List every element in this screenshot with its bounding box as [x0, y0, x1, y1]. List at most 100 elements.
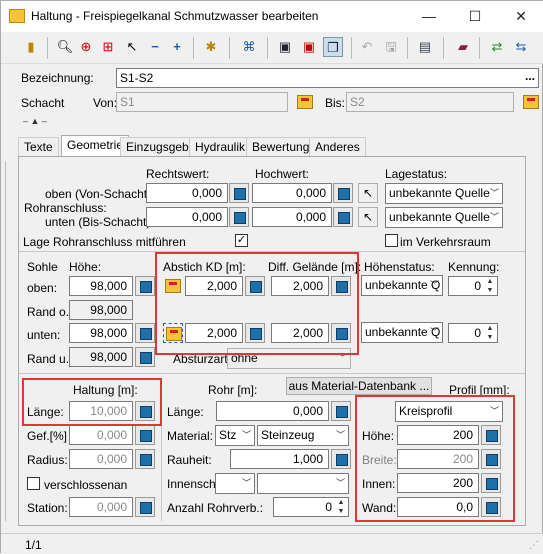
sohle-label: Sohle — [27, 260, 58, 274]
calculator-icon[interactable] — [229, 183, 249, 203]
calculator-icon[interactable] — [331, 449, 351, 469]
radius-label: Radius: — [27, 453, 68, 467]
gefaelle-label: Gef.[%] — [27, 429, 68, 443]
settings-icon[interactable]: ✱ — [201, 37, 221, 57]
material-name-dropdown[interactable]: Steinzeug ﹀ — [257, 425, 349, 446]
pointer-icon[interactable]: ↖ — [122, 37, 142, 57]
calculator-icon[interactable] — [331, 401, 351, 421]
radius-input[interactable]: 0,000 — [69, 449, 133, 469]
grid-icon[interactable]: ⊞ — [98, 37, 118, 57]
plus-icon[interactable]: + — [167, 37, 187, 57]
lagestatus-unten-value: unbekannte Quelle — [389, 210, 490, 224]
minus-icon[interactable]: − — [145, 37, 165, 57]
close-button[interactable]: ✕ — [498, 1, 543, 32]
anzahl-rohrverb-spinner[interactable]: 0 ▲ ▼ — [273, 497, 349, 517]
network-icon[interactable]: ⌘ — [239, 37, 259, 57]
report-icon[interactable]: ▤ — [415, 37, 435, 57]
verschlossen-checkbox[interactable] — [27, 477, 40, 490]
highlight-haltung-laenge — [22, 378, 162, 426]
rand-unten-input[interactable]: 98,000 — [69, 347, 133, 367]
title-bar: Haltung - Freispiegelkanal Schmutzwasser… — [1, 1, 543, 32]
calculator-icon[interactable] — [135, 425, 155, 445]
tab-anderes[interactable]: Anderes — [309, 137, 366, 156]
hoehenstatus-unten-dropdown[interactable]: unbekannte Q ﹀ — [361, 322, 443, 343]
gefaelle-input[interactable]: 0,000 — [69, 425, 133, 445]
pick-point-icon[interactable]: ↖ — [358, 183, 378, 203]
calculator-icon[interactable] — [135, 449, 155, 469]
window-title: Haltung - Freispiegelkanal Schmutzwasser… — [31, 9, 319, 23]
calculator-icon[interactable] — [333, 207, 353, 227]
material-db-button[interactable]: aus Material-Datenbank ... — [286, 377, 432, 395]
verschlossen-label: verschlossen — [44, 478, 115, 492]
verkehrsraum-checkbox[interactable] — [385, 234, 398, 247]
kennung-unten-spinner[interactable]: 0 ▲ ▼ — [448, 323, 498, 343]
kennung-oben-spinner[interactable]: 0 ▲ ▼ — [448, 276, 498, 296]
sohle-oben-input[interactable]: 98,000 — [69, 276, 133, 296]
von-schacht-button[interactable] — [295, 92, 315, 112]
bis-input[interactable]: S2 — [346, 92, 514, 112]
station-label: Station: — [27, 501, 68, 515]
sohle-unten-input[interactable]: 98,000 — [69, 323, 133, 343]
transfer-icon[interactable]: ⇆ — [511, 37, 531, 57]
lagestatus-unten-dropdown[interactable]: unbekannte Quelle ﹀ — [385, 207, 503, 228]
rechtswert-label: Rechtswert: — [146, 167, 210, 181]
status-bar — [1, 533, 543, 554]
innenschutz-code-dropdown[interactable]: ﹀ — [215, 473, 255, 494]
bis-schacht-button[interactable] — [521, 92, 541, 112]
lagestatus-oben-dropdown[interactable]: unbekannte Quelle ﹀ — [385, 183, 503, 204]
rohr-laenge-input[interactable]: 0,000 — [216, 401, 329, 421]
pick-point-icon[interactable]: ↖ — [358, 207, 378, 227]
zoom-fit-icon[interactable]: ⊕ — [76, 37, 96, 57]
hoehenstatus-oben-dropdown[interactable]: unbekannte Q ﹀ — [361, 275, 443, 296]
connect-icon[interactable]: ⇄ — [487, 37, 507, 57]
undo-icon[interactable]: ↶ — [357, 37, 377, 57]
window-close-icon[interactable]: ▣ — [299, 37, 319, 57]
app-icon — [9, 9, 25, 23]
calculator-icon[interactable] — [229, 207, 249, 227]
save-icon[interactable]: 🖫 — [381, 37, 401, 57]
bis-label: Bis: — [325, 96, 346, 110]
station-input[interactable]: 0,000 — [69, 497, 133, 517]
highlight-profil — [355, 395, 515, 522]
window-stack-icon[interactable]: ❐ — [323, 37, 343, 57]
rauheit-input[interactable]: 1,000 — [230, 449, 329, 469]
oben-rechtswert-input[interactable]: 0,000 — [146, 183, 228, 203]
lage-mitfuehren-checkbox[interactable]: ✓ — [235, 234, 248, 247]
tab-bewertung[interactable]: Bewertung — [246, 137, 316, 156]
lagestatus-oben-value: unbekannte Quelle — [389, 186, 490, 200]
window-layout-icon[interactable]: ▣ — [275, 37, 295, 57]
calculator-icon[interactable] — [135, 323, 155, 343]
resize-grip-icon[interactable]: ⋰ — [529, 539, 539, 553]
kennung-unten-value: 0 — [474, 326, 481, 340]
maximize-button[interactable]: ☐ — [452, 1, 498, 32]
material-code-dropdown[interactable]: Stz ﹀ — [215, 425, 255, 446]
book-icon[interactable]: ▰ — [453, 37, 473, 57]
tab-texte[interactable]: Texte — [18, 137, 59, 156]
kennung-label: Kennung: — [448, 260, 500, 274]
anzahl-rohrverb-value: 0 — [325, 500, 332, 514]
an-label: an — [114, 478, 128, 492]
von-input[interactable]: S1 — [116, 92, 288, 112]
bezeichnung-ellipsis-button[interactable]: ... — [525, 69, 535, 83]
zoom-icon[interactable]: 🔍︎ — [55, 37, 75, 57]
collapse-toggle[interactable]: ‒ ▲ ‒ — [23, 114, 47, 128]
calculator-icon[interactable] — [333, 183, 353, 203]
innenschutz-name-dropdown[interactable]: ﹀ — [257, 473, 349, 494]
anzahl-rohrverb-label: Anzahl Rohrverb.: — [167, 501, 264, 515]
tab-geometrie[interactable]: Geometrie — [61, 135, 130, 157]
rand-oben-input[interactable]: 98,000 — [69, 300, 133, 320]
tab-einzugsgeb[interactable]: Einzugsgeb. — [120, 137, 199, 156]
calculator-icon[interactable] — [135, 497, 155, 517]
bezeichnung-input[interactable]: S1-S2 — [116, 68, 539, 88]
oben-hochwert-input[interactable]: 0,000 — [252, 183, 332, 203]
toolbar: ▮ 🔍︎ ⊕ ⊞ ↖ − + ✱ ⌘ ▣ ▣ ❐ ↶ 🖫 ▤ ▰ ⇄ ⇆ — [1, 32, 543, 64]
exit-icon[interactable]: ▮ — [21, 37, 41, 57]
side-strip — [5, 161, 15, 521]
unten-hochwert-input[interactable]: 0,000 — [252, 207, 332, 227]
unten-rechtswert-input[interactable]: 0,000 — [146, 207, 228, 227]
calculator-icon[interactable] — [135, 276, 155, 296]
tab-hydraulik[interactable]: Hydraulik — [189, 137, 252, 156]
material-label: Material: — [167, 429, 214, 443]
minimize-button[interactable]: — — [406, 1, 452, 32]
calculator-icon[interactable] — [135, 347, 155, 367]
